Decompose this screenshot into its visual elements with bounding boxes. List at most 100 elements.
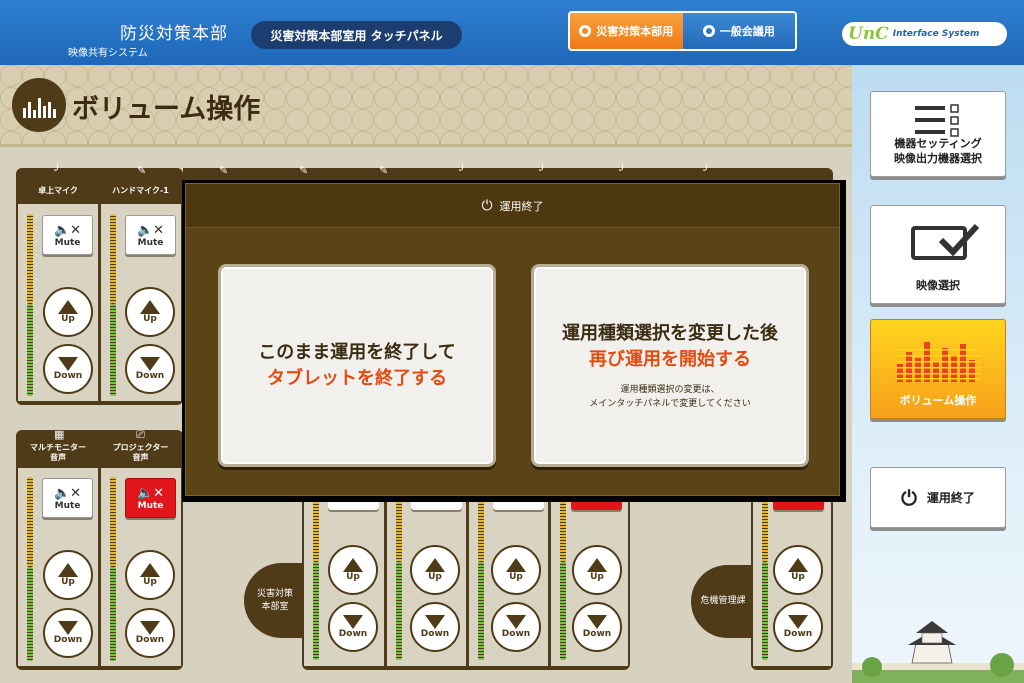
restart-operation-option-button[interactable]: 運用種類選択を変更した後 再び運用を開始する 運用種類選択の変更は、 メインタッ… bbox=[531, 264, 809, 467]
power-icon: ⏻ bbox=[481, 197, 493, 214]
projector-icon: ⎚ bbox=[136, 428, 145, 441]
monitor-check-icon bbox=[911, 223, 980, 260]
down-label: Down bbox=[53, 635, 83, 645]
logo-text: Interface System bbox=[892, 29, 980, 39]
hand-mic-icon: ✎ bbox=[219, 164, 229, 177]
arrow-up-icon bbox=[425, 558, 445, 572]
radio-selected-icon bbox=[579, 25, 592, 37]
down-label: Down bbox=[338, 629, 368, 639]
mute-label: Mute bbox=[54, 237, 81, 248]
channel-mid-1: Mute Up Down bbox=[304, 490, 384, 666]
page-title: ボリューム操作 bbox=[72, 94, 261, 125]
speaker-mute-icon: 🔈✕ bbox=[136, 485, 165, 501]
mute-button-active[interactable]: 🔈✕ Mute bbox=[125, 478, 176, 518]
end-tablet-option-button[interactable]: このまま運用を終了して タブレットを終了する bbox=[218, 264, 496, 467]
volume-up-button[interactable]: Up bbox=[43, 287, 93, 337]
down-label: Down bbox=[53, 371, 83, 381]
mode-disaster-button[interactable]: 災害対策本部用 bbox=[570, 13, 683, 49]
mode-label: 一般会議用 bbox=[719, 25, 775, 38]
company-logo: UnC Interface System bbox=[842, 22, 1007, 46]
channel-panel-right: Mute Up Down bbox=[751, 490, 833, 670]
arrow-up-icon bbox=[506, 558, 526, 572]
level-meter-low bbox=[560, 562, 566, 660]
volume-down-button[interactable]: Down bbox=[125, 608, 175, 658]
level-meter-low bbox=[478, 562, 484, 660]
mute-button[interactable]: 🔈✕ Mute bbox=[125, 215, 176, 255]
volume-down-button[interactable]: Down bbox=[572, 602, 622, 652]
arrow-up-icon bbox=[343, 558, 363, 572]
up-label: Up bbox=[61, 577, 75, 587]
arrow-down-icon bbox=[140, 357, 160, 371]
volume-up-button[interactable]: Up bbox=[125, 550, 175, 600]
speaker-mute-icon: 🔈✕ bbox=[136, 222, 165, 238]
volume-up-button[interactable]: Up bbox=[410, 545, 460, 595]
logo-mark: UnC bbox=[848, 24, 889, 44]
volume-button[interactable]: ボリューム操作 bbox=[870, 319, 1006, 419]
volume-up-button[interactable]: Up bbox=[43, 550, 93, 600]
end-operation-dialog: ⏻ 運用終了 このまま運用を終了して タブレットを終了する 運用種類選択を変更し… bbox=[185, 183, 840, 496]
dialog-title: 運用終了 bbox=[499, 199, 544, 213]
up-label: Up bbox=[590, 572, 604, 582]
volume-down-button[interactable]: Down bbox=[410, 602, 460, 652]
volume-down-button[interactable]: Down bbox=[328, 602, 378, 652]
header: 防災対策本部 映像共有システム 災害対策本部室用 タッチパネル 災害対策本部用 … bbox=[0, 0, 1024, 65]
volume-down-button[interactable]: Down bbox=[43, 608, 93, 658]
device-setting-label: 機器セッティング 映像出力機器選択 bbox=[894, 137, 982, 165]
up-label: Up bbox=[143, 314, 157, 324]
level-meter bbox=[27, 214, 33, 304]
down-label: Down bbox=[135, 635, 165, 645]
channel-panel-middle: Mute Up Down Mute Up Down Mute Up Down M… bbox=[302, 490, 630, 670]
room-tab-disaster: 災害対策 本部室 bbox=[244, 563, 306, 638]
mute-button[interactable]: 🔈✕ Mute bbox=[42, 215, 93, 255]
hand-mic-icon: ✎ bbox=[137, 164, 147, 177]
arrow-down-icon bbox=[587, 615, 607, 629]
volume-up-button[interactable]: Up bbox=[328, 545, 378, 595]
volume-up-button[interactable]: Up bbox=[773, 545, 823, 595]
app-title: 防災対策本部 bbox=[120, 24, 228, 44]
arrow-down-icon bbox=[58, 357, 78, 371]
dialog-header: ⏻ 運用終了 bbox=[186, 184, 839, 228]
level-meter bbox=[27, 477, 33, 567]
arrow-down-icon bbox=[140, 621, 160, 635]
mode-general-button[interactable]: 一般会議用 bbox=[682, 13, 795, 49]
desk-mic-icon: ╯ bbox=[539, 164, 546, 177]
desk-mic-icon: ╯ bbox=[54, 164, 61, 177]
volume-up-button[interactable]: Up bbox=[125, 287, 175, 337]
device-setting-button[interactable]: 機器セッティング 映像出力機器選択 bbox=[870, 91, 1006, 177]
level-meter bbox=[110, 214, 116, 304]
volume-down-button[interactable]: Down bbox=[125, 344, 175, 394]
volume-up-button[interactable]: Up bbox=[572, 545, 622, 595]
desk-mic-icon: ╯ bbox=[703, 164, 710, 177]
video-select-button[interactable]: 映像選択 bbox=[870, 205, 1006, 304]
arrow-up-icon bbox=[140, 300, 160, 314]
channel-desk-mic: 🔈✕ Mute Up Down bbox=[18, 204, 98, 401]
level-meter-low bbox=[313, 562, 319, 660]
sidebar: 機器セッティング 映像出力機器選択 映像選択 ボリューム操作 ⏻ 運用終了 bbox=[852, 65, 1024, 683]
channel-panel-bottom-left: ▦ ⎚ マルチモニター 音声 プロジェクター 音声 🔈✕ Mute Up Dow… bbox=[16, 428, 183, 670]
speaker-mute-icon: 🔈✕ bbox=[53, 485, 82, 501]
up-label: Up bbox=[791, 572, 805, 582]
volume-down-button[interactable]: Down bbox=[43, 344, 93, 394]
room-tab-crisis: 危機管理課 bbox=[691, 565, 755, 638]
volume-down-button[interactable]: Down bbox=[773, 602, 823, 652]
level-meter-low bbox=[27, 567, 33, 661]
end-operation-button[interactable]: ⏻ 運用終了 bbox=[870, 467, 1006, 528]
level-meter-low bbox=[762, 562, 768, 660]
channel-label: 卓上マイク bbox=[38, 186, 78, 195]
desk-mic-icon: ╯ bbox=[459, 164, 466, 177]
option2-note: 運用種類選択の変更は、 メインタッチパネルで変更してください bbox=[589, 384, 751, 409]
desk-mic-icon: ╯ bbox=[619, 164, 626, 177]
arrow-up-icon bbox=[140, 563, 160, 577]
up-label: Up bbox=[143, 577, 157, 587]
channel-mid-4: Mute Up Down bbox=[550, 490, 628, 666]
volume-down-button[interactable]: Down bbox=[491, 602, 541, 652]
mute-label: Mute bbox=[137, 500, 164, 511]
down-label: Down bbox=[501, 629, 531, 639]
volume-up-button[interactable]: Up bbox=[491, 545, 541, 595]
checklist-icon bbox=[915, 104, 959, 137]
channel-label: マルチモニター 音声 bbox=[30, 443, 86, 462]
volume-bars-icon bbox=[897, 342, 981, 382]
multi-monitor-icon: ▦ bbox=[54, 428, 65, 441]
mode-selector: 災害対策本部用 一般会議用 bbox=[568, 11, 797, 51]
mute-button[interactable]: 🔈✕ Mute bbox=[42, 478, 93, 518]
